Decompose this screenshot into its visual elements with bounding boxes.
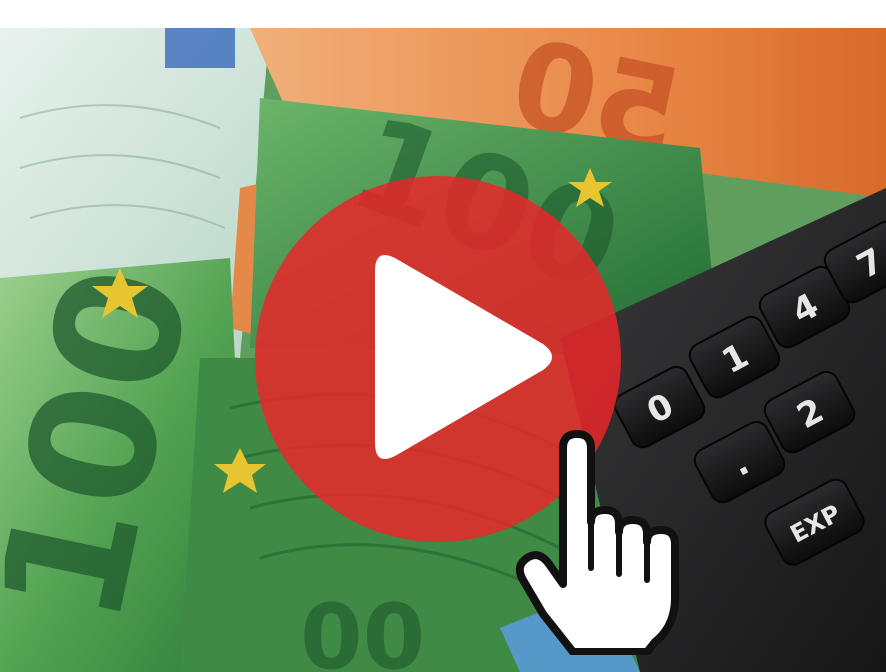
hand-pointer-icon <box>515 430 695 655</box>
video-thumbnail[interactable]: 50 100 100 00 <box>0 0 886 672</box>
svg-text:00: 00 <box>300 585 425 672</box>
